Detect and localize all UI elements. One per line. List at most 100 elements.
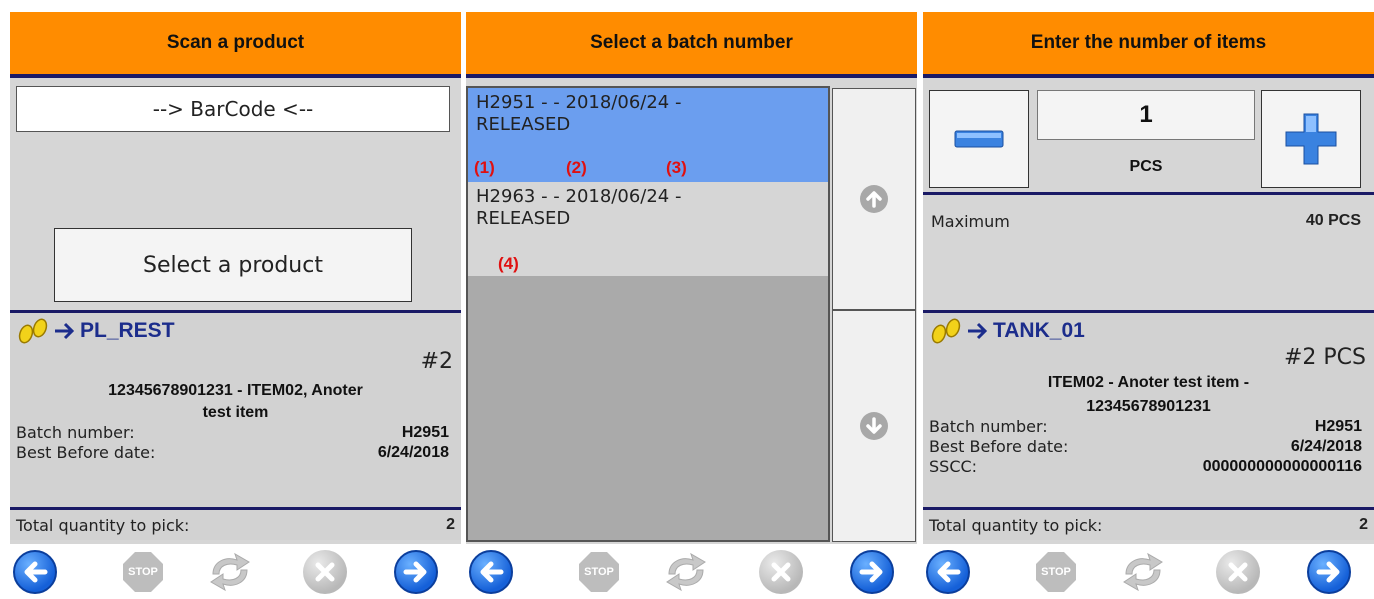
refresh-button[interactable] <box>1118 547 1168 597</box>
next-button[interactable] <box>847 547 897 597</box>
back-button[interactable] <box>466 547 516 597</box>
stop-button[interactable]: STOP <box>1031 547 1081 597</box>
best-before-label: Best Before date: <box>16 443 156 462</box>
select-batch-screen: Select a batch number H2951 - - 2018/06/… <box>466 12 917 599</box>
stop-button[interactable]: STOP <box>574 547 624 597</box>
annotation-3: (3) <box>666 158 687 177</box>
refresh-button[interactable] <box>205 547 255 597</box>
batch-line1: H2951 - - 2018/06/24 - <box>476 92 682 113</box>
maximum-value: 40 PCS <box>1305 212 1361 229</box>
cancel-icon <box>759 550 803 594</box>
sscc-row: SSCC: 000000000000000116 <box>929 457 1362 477</box>
best-before-value: 6/24/2018 <box>377 444 449 461</box>
batch-line1: H2963 - - 2018/06/24 - <box>476 186 682 207</box>
best-before-value: 6/24/2018 <box>1290 438 1362 455</box>
list-item[interactable]: H2951 - - 2018/06/24 - RELEASED <box>468 88 828 182</box>
total-quantity-row: Total quantity to pick: 2 <box>923 510 1374 540</box>
forward-arrow-icon <box>394 550 438 594</box>
next-button[interactable] <box>391 547 441 597</box>
item-count: #2 <box>420 349 453 374</box>
product-desc-line2: test item <box>202 404 269 421</box>
total-value: 2 <box>446 516 455 533</box>
product-info: TANK_01 #2 PCS ITEM02 - Anoter test item… <box>923 313 1374 507</box>
maximum-label: Maximum <box>931 212 1010 231</box>
quantity-field[interactable]: 1 <box>1037 90 1255 140</box>
arrow-right-icon <box>55 322 75 340</box>
sscc-label: SSCC: <box>929 457 978 476</box>
list-item[interactable]: H2963 - - 2018/06/24 - RELEASED <box>468 182 828 276</box>
increment-button[interactable] <box>1261 90 1361 188</box>
forward-arrow-icon <box>850 550 894 594</box>
best-before-row: Best Before date: 6/24/2018 <box>16 443 449 463</box>
best-before-row: Best Before date: 6/24/2018 <box>929 437 1362 457</box>
cancel-button[interactable] <box>300 547 350 597</box>
cancel-icon <box>1216 550 1260 594</box>
footsteps-icon <box>931 318 961 344</box>
stop-button[interactable]: STOP <box>118 547 168 597</box>
maximum-row: Maximum 40 PCS <box>931 212 1361 231</box>
decrement-button[interactable] <box>929 90 1029 188</box>
cancel-button[interactable] <box>1213 547 1263 597</box>
item-count: #2 PCS <box>1283 345 1366 370</box>
next-button[interactable] <box>1304 547 1354 597</box>
footsteps-icon <box>18 318 48 344</box>
bottom-toolbar: STOP <box>923 544 1374 599</box>
cancel-icon <box>303 550 347 594</box>
batch-label: Batch number: <box>929 417 1048 436</box>
back-arrow-icon <box>13 550 57 594</box>
location-code: TANK_01 <box>993 319 1085 342</box>
annotation-4: (4) <box>498 254 519 273</box>
minus-icon <box>954 130 1004 148</box>
total-label: Total quantity to pick: <box>16 515 190 535</box>
batch-value: H2951 <box>1314 418 1362 435</box>
product-info: PL_REST #2 12345678901231 - ITEM02, Anot… <box>10 313 461 507</box>
arrow-right-icon <box>968 322 988 340</box>
forward-arrow-icon <box>1307 550 1351 594</box>
refresh-icon <box>210 552 250 592</box>
batch-line2: RELEASED <box>476 114 571 135</box>
bottom-toolbar: STOP <box>466 544 917 599</box>
total-value: 2 <box>1359 516 1368 533</box>
arrow-down-icon <box>860 412 888 440</box>
select-product-button[interactable]: Select a product <box>54 228 412 302</box>
scan-product-screen: Scan a product --> BarCode <-- Select a … <box>10 12 461 599</box>
arrow-up-icon <box>860 185 888 213</box>
unit-label: PCS <box>1129 158 1163 175</box>
best-before-label: Best Before date: <box>929 437 1069 456</box>
location: PL_REST <box>16 317 175 345</box>
annotation-2: (2) <box>566 158 587 177</box>
screen-title: Select a batch number <box>466 12 917 78</box>
total-quantity-row: Total quantity to pick: 2 <box>10 510 461 540</box>
bottom-toolbar: STOP <box>10 544 461 599</box>
back-arrow-icon <box>469 550 513 594</box>
stop-icon: STOP <box>123 552 163 592</box>
enter-quantity-screen: Enter the number of items 1 PCS Maximum … <box>923 12 1374 599</box>
cancel-button[interactable] <box>756 547 806 597</box>
location-code: PL_REST <box>80 319 175 342</box>
refresh-button[interactable] <box>661 547 711 597</box>
product-desc-line2: 12345678901231 <box>1086 398 1211 415</box>
sscc-value: 000000000000000116 <box>1202 458 1362 475</box>
scroll-down-button[interactable] <box>832 310 916 542</box>
batch-line2: RELEASED <box>476 208 571 229</box>
batch-value: H2951 <box>401 424 449 441</box>
screen-title: Enter the number of items <box>923 12 1374 78</box>
stop-icon: STOP <box>1036 552 1076 592</box>
location: TANK_01 <box>929 317 1085 345</box>
batch-row: Batch number: H2951 <box>16 423 449 443</box>
refresh-icon <box>1123 552 1163 592</box>
batch-list[interactable]: H2951 - - 2018/06/24 - RELEASED H2963 - … <box>466 86 830 542</box>
plus-icon <box>1285 113 1337 165</box>
batch-row: Batch number: H2951 <box>929 417 1362 437</box>
total-label: Total quantity to pick: <box>929 515 1103 535</box>
back-button[interactable] <box>923 547 973 597</box>
product-desc-line1: 12345678901231 - ITEM02, Anoter <box>108 382 363 399</box>
scroll-up-button[interactable] <box>832 88 916 310</box>
back-button[interactable] <box>10 547 60 597</box>
refresh-icon <box>666 552 706 592</box>
product-desc-line1: ITEM02 - Anoter test item - <box>1047 374 1250 391</box>
screen-title: Scan a product <box>10 12 461 78</box>
annotation-1: (1) <box>474 158 495 177</box>
divider <box>923 192 1374 195</box>
barcode-input[interactable]: --> BarCode <-- <box>16 86 450 132</box>
